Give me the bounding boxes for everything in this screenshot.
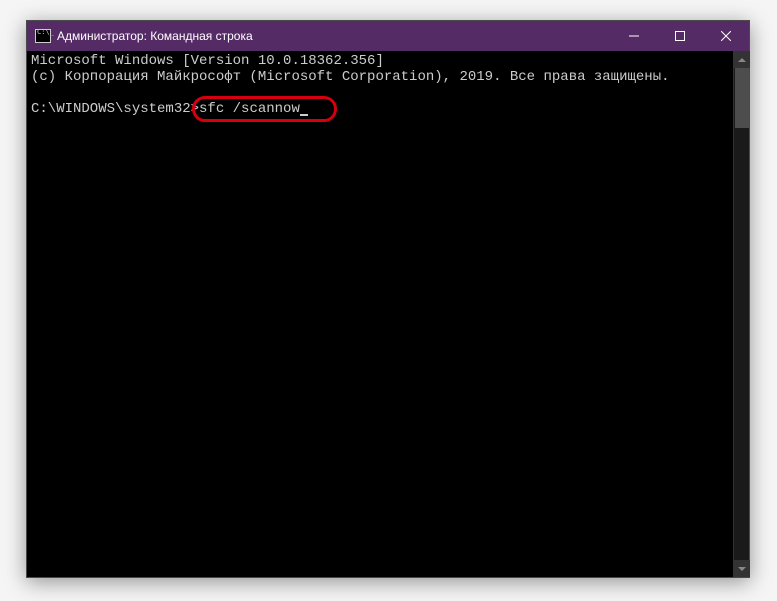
scroll-up-button[interactable]	[734, 51, 750, 68]
close-button[interactable]	[703, 21, 749, 51]
text-cursor	[300, 114, 308, 116]
console-area: Microsoft Windows [Version 10.0.18362.35…	[27, 51, 749, 577]
version-line: Microsoft Windows [Version 10.0.18362.35…	[31, 53, 384, 69]
vertical-scrollbar[interactable]	[733, 51, 749, 577]
titlebar[interactable]: Администратор: Командная строка	[27, 21, 749, 51]
prompt-path: C:\WINDOWS\system32>	[31, 101, 199, 117]
typed-command: sfc /scannow	[199, 101, 300, 117]
scroll-thumb[interactable]	[735, 68, 749, 128]
maximize-button[interactable]	[657, 21, 703, 51]
minimize-button[interactable]	[611, 21, 657, 51]
copyright-line: (c) Корпорация Майкрософт (Microsoft Cor…	[31, 69, 670, 85]
cmd-icon	[35, 29, 51, 43]
window-title: Администратор: Командная строка	[57, 29, 611, 43]
command-prompt-window: Администратор: Командная строка Microsof…	[26, 20, 750, 578]
console-output[interactable]: Microsoft Windows [Version 10.0.18362.35…	[27, 51, 733, 577]
window-controls	[611, 21, 749, 51]
scroll-down-button[interactable]	[734, 560, 750, 577]
